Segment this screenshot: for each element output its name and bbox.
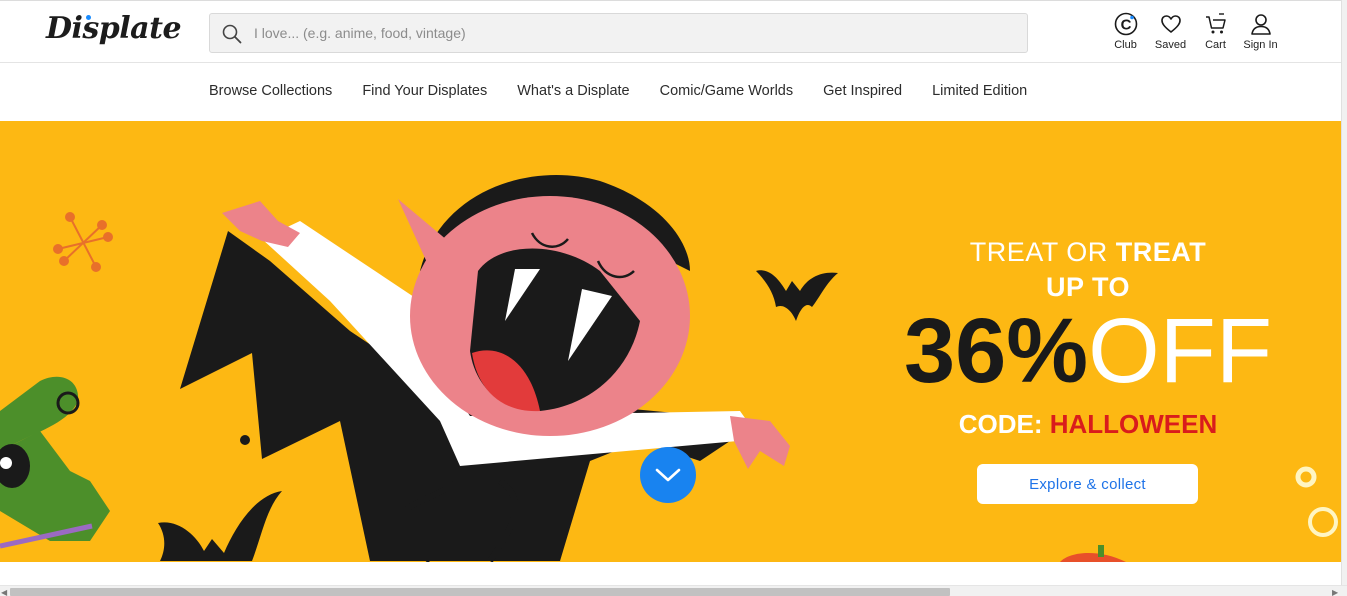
nav-item-find-your-displates[interactable]: Find Your Displates [347, 83, 502, 99]
main-nav: Browse Collections Find Your Displates W… [0, 63, 1341, 121]
cart-icon [1205, 13, 1226, 34]
bat-bottom-left [158, 491, 282, 561]
halloween-hero-banner[interactable]: TREAT OR TREAT UP TO 36%OFF CODE: HALLOW… [0, 121, 1341, 562]
logo-star-icon [86, 15, 91, 20]
top-header: Displate C Club [0, 0, 1341, 63]
asterisk-decoration [53, 212, 113, 272]
promo-code-value: HALLOWEEN [1049, 409, 1218, 439]
search-bar [209, 13, 1028, 53]
ring-large [1308, 507, 1338, 537]
horizontal-scrollbar[interactable]: ◀ ▶ [0, 585, 1347, 596]
pumpkin-top [1060, 552, 1126, 562]
promo-code: CODE: HALLOWEEN [880, 409, 1296, 440]
saved-label: Saved [1154, 39, 1187, 51]
promo-headline: TREAT OR TREAT [880, 237, 1296, 268]
ring-small [1295, 466, 1317, 488]
scroll-down-button[interactable] [640, 447, 696, 503]
discount-off: OFF [1088, 300, 1273, 402]
promo-text: TREAT OR TREAT UP TO 36%OFF CODE: HALLOW… [880, 237, 1296, 440]
promo-up-to: UP TO [1045, 272, 1131, 302]
scroll-left-arrow-icon[interactable]: ◀ [1, 588, 7, 596]
promo-headline-bold: TREAT [1115, 237, 1207, 267]
heart-icon [1160, 15, 1181, 33]
black-dot [240, 435, 250, 445]
sign-in-button[interactable]: Sign In [1238, 11, 1283, 57]
page: Displate C Club [0, 0, 1347, 596]
chevron-down-icon [655, 468, 681, 482]
svg-text:C: C [1120, 17, 1131, 34]
saved-button[interactable]: Saved [1148, 11, 1193, 57]
scroll-right-arrow-icon[interactable]: ▶ [1332, 588, 1338, 596]
logo-text: Displate [46, 11, 182, 46]
displate-logo[interactable]: Displate [46, 11, 182, 46]
search-icon[interactable] [222, 24, 242, 44]
header-actions: C Club Saved Cart Sign In [1103, 11, 1283, 57]
club-icon: C [1114, 12, 1137, 36]
bat-right [756, 270, 838, 321]
vertical-scrollbar[interactable] [1341, 0, 1347, 596]
explore-and-collect-button[interactable]: Explore & collect [977, 464, 1198, 504]
nav-item-browse-collections[interactable]: Browse Collections [194, 83, 347, 99]
search-input[interactable] [254, 14, 1014, 52]
sign-in-label: Sign In [1243, 39, 1278, 51]
promo-code-label: CODE: [958, 409, 1050, 439]
nav-item-comic-game-worlds[interactable]: Comic/Game Worlds [645, 83, 808, 99]
horizontal-scroll-thumb[interactable] [10, 588, 950, 596]
user-icon [1250, 14, 1271, 35]
club-label: Club [1114, 39, 1137, 51]
nav-item-get-inspired[interactable]: Get Inspired [808, 83, 917, 99]
cart-button[interactable]: Cart [1193, 11, 1238, 57]
discount-value: 36% [903, 300, 1089, 402]
promo-headline-light: TREAT OR [969, 237, 1116, 267]
vampire-right-hand [730, 416, 790, 469]
nav-item-limited-edition[interactable]: Limited Edition [917, 83, 1042, 99]
promo-discount: 36%OFF [880, 305, 1296, 397]
nav-item-whats-a-displate[interactable]: What's a Displate [502, 83, 644, 99]
club-button[interactable]: C Club [1103, 11, 1148, 57]
cart-label: Cart [1205, 39, 1226, 51]
